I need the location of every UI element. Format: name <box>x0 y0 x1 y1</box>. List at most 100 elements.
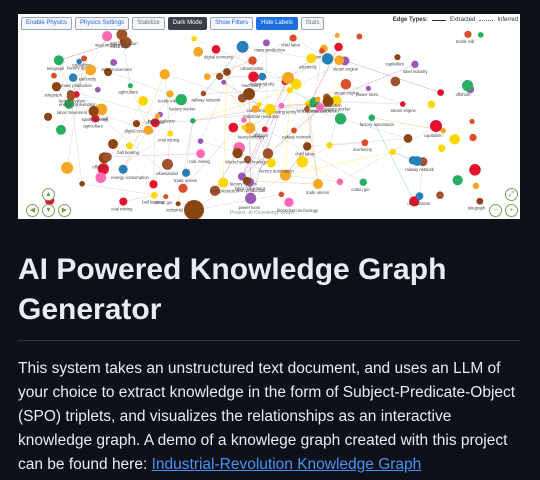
graph-node[interactable] <box>469 133 477 142</box>
graph-node[interactable] <box>243 88 255 100</box>
graph-node[interactable] <box>302 142 312 151</box>
graph-node[interactable] <box>175 93 187 106</box>
graph-node[interactable] <box>469 118 475 125</box>
zoom-up-icon[interactable]: ▲ <box>42 188 55 201</box>
graph-node[interactable] <box>356 33 363 40</box>
graph-node[interactable] <box>76 58 83 65</box>
graph-node[interactable] <box>166 90 174 98</box>
graph-node[interactable] <box>427 100 436 109</box>
graph-node[interactable] <box>334 55 345 66</box>
graph-node[interactable] <box>340 79 352 90</box>
pan-left-icon[interactable]: ◀ <box>26 204 39 217</box>
graph-node[interactable] <box>190 117 196 124</box>
graph-node[interactable] <box>266 158 276 168</box>
graph-node[interactable] <box>242 176 251 185</box>
graph-node[interactable] <box>68 73 78 82</box>
graph-node[interactable] <box>251 105 260 113</box>
graph-node[interactable] <box>193 46 204 57</box>
graph-node[interactable] <box>477 32 484 38</box>
graph-node[interactable] <box>132 120 141 128</box>
graph-node[interactable] <box>150 191 158 199</box>
graph-node[interactable] <box>228 122 239 133</box>
stabilize-button[interactable]: Stabilize <box>132 17 165 30</box>
graph-node[interactable] <box>368 114 376 121</box>
graph-node[interactable] <box>236 40 249 53</box>
graph-node[interactable] <box>469 164 481 176</box>
show-filters-button[interactable]: Show Filters <box>210 17 254 30</box>
graph-node[interactable] <box>116 29 128 40</box>
graph-node[interactable] <box>232 147 243 159</box>
graph-node[interactable] <box>359 178 367 186</box>
graph-node[interactable] <box>138 96 149 106</box>
graph-node[interactable] <box>476 197 484 205</box>
graph-node[interactable] <box>389 148 396 156</box>
graph-node[interactable] <box>334 113 347 125</box>
graph-canvas[interactable]: offshore factory automation steam engine te… <box>18 14 520 219</box>
graph-node[interactable] <box>321 53 334 65</box>
graph-node[interactable] <box>167 130 174 137</box>
graph-node[interactable] <box>437 89 444 96</box>
graph-node[interactable] <box>88 105 99 117</box>
graph-node[interactable] <box>94 86 101 93</box>
graph-node[interactable] <box>85 64 97 76</box>
graph-node[interactable] <box>296 156 309 168</box>
graph-node[interactable] <box>319 48 325 54</box>
graph-node[interactable] <box>399 101 406 107</box>
graph-node[interactable] <box>245 192 257 205</box>
graph-node[interactable] <box>258 72 267 81</box>
demo-graph-link[interactable]: Industrial-Revolution Knowledge Graph <box>152 456 422 473</box>
graph-node[interactable] <box>394 54 401 61</box>
graph-node[interactable] <box>203 73 211 80</box>
graph-node[interactable] <box>291 127 297 134</box>
pan-right-icon[interactable]: ▶ <box>58 204 71 217</box>
graph-node[interactable] <box>361 139 369 147</box>
graph-node[interactable] <box>336 178 344 186</box>
graph-node[interactable] <box>282 72 294 84</box>
graph-node[interactable] <box>289 34 297 42</box>
graph-node[interactable] <box>81 55 88 62</box>
graph-node[interactable] <box>334 32 340 38</box>
graph-node[interactable] <box>159 69 170 80</box>
graph-node[interactable] <box>322 95 334 107</box>
graph-node[interactable] <box>472 182 480 190</box>
graph-node[interactable] <box>449 134 461 145</box>
dark-mode-button[interactable]: Dark Mode <box>167 17 208 30</box>
fit-view-icon[interactable]: ⤢ <box>505 188 518 201</box>
graph-node[interactable] <box>56 124 66 135</box>
graph-node[interactable] <box>95 172 107 184</box>
graph-node[interactable] <box>102 152 112 162</box>
graph-node[interactable] <box>286 87 293 94</box>
graph-node[interactable] <box>51 72 57 79</box>
graph-node[interactable] <box>108 139 118 149</box>
graph-node[interactable] <box>143 125 153 135</box>
graph-node[interactable] <box>215 72 224 81</box>
graph-node[interactable] <box>181 168 191 177</box>
zoom-in-icon[interactable]: + <box>505 204 518 217</box>
graph-node[interactable] <box>278 191 285 198</box>
graph-node[interactable] <box>365 85 371 91</box>
graph-node[interactable] <box>334 42 343 52</box>
stats-button[interactable]: Stats <box>300 17 325 30</box>
graph-node[interactable] <box>461 80 474 92</box>
graph-node[interactable] <box>390 76 401 87</box>
graph-node[interactable] <box>178 183 188 193</box>
graph-node[interactable] <box>430 120 442 132</box>
graph-node[interactable] <box>464 30 472 38</box>
graph-node[interactable] <box>218 177 229 188</box>
graph-node[interactable] <box>403 134 413 143</box>
graph-node[interactable] <box>196 149 206 159</box>
graph-node[interactable] <box>200 90 207 97</box>
graph-node[interactable] <box>119 197 128 206</box>
graph-node[interactable] <box>241 124 247 130</box>
hide-labels-button[interactable]: Hide Labels <box>256 17 298 30</box>
graph-node[interactable] <box>326 142 333 149</box>
graph-node[interactable] <box>315 103 325 112</box>
graph-node[interactable] <box>211 45 221 54</box>
graph-node[interactable] <box>110 58 118 66</box>
graph-node[interactable] <box>261 126 268 133</box>
graph-node[interactable] <box>154 113 161 119</box>
graph-node[interactable] <box>101 31 113 42</box>
graph-node[interactable] <box>412 156 423 166</box>
pan-down-icon[interactable]: ▼ <box>42 204 55 217</box>
graph-node[interactable] <box>125 142 133 150</box>
